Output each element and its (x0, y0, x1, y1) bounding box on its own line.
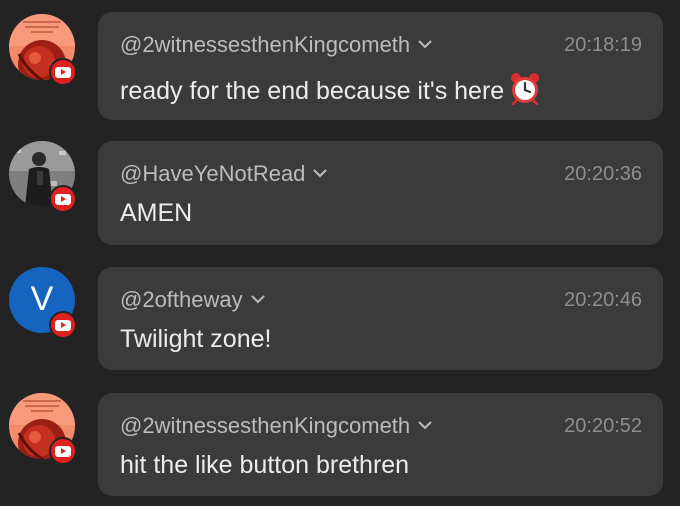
timestamp: 20:18:19 (564, 34, 642, 56)
timestamp: 20:20:36 (564, 163, 642, 185)
message-text: ready for the end because it's here (120, 71, 542, 106)
author-name-button[interactable]: @HaveYeNotRead (120, 161, 327, 187)
avatar[interactable] (9, 141, 77, 213)
message-bubble: @2witnessesthenKingcometh 20:20:52 hit t… (98, 393, 663, 496)
message-bubble: @HaveYeNotRead 20:20:36 AMEN (98, 141, 663, 245)
youtube-icon (49, 311, 77, 339)
author-name-button[interactable]: @2witnessesthenKingcometh (120, 32, 432, 58)
message-bubble: @2oftheway 20:20:46 Twilight zone! (98, 267, 663, 370)
author-name-button[interactable]: @2oftheway (120, 287, 265, 313)
message-text: AMEN (120, 199, 193, 227)
message-text: hit the like button brethren (120, 451, 410, 479)
avatar[interactable] (9, 14, 77, 86)
avatar[interactable]: V (9, 267, 77, 339)
chevron-down-icon (418, 421, 432, 430)
message-text: Twilight zone! (120, 325, 272, 353)
timestamp: 20:20:52 (564, 415, 642, 437)
avatar-letter: V (30, 280, 54, 318)
chevron-down-icon (313, 169, 327, 178)
chevron-down-icon (418, 40, 432, 49)
youtube-icon (49, 58, 77, 86)
author-name-button[interactable]: @2witnessesthenKingcometh (120, 413, 432, 439)
avatar[interactable] (9, 393, 77, 465)
youtube-icon (49, 437, 77, 465)
youtube-icon (49, 185, 77, 213)
chevron-down-icon (251, 295, 265, 304)
timestamp: 20:20:46 (564, 289, 642, 311)
alarm-clock-icon (511, 73, 540, 105)
message-bubble: @2witnessesthenKingcometh 20:18:19 ready… (98, 12, 663, 120)
chat-feed: @2witnessesthenKingcometh 20:18:19 ready… (0, 0, 680, 506)
